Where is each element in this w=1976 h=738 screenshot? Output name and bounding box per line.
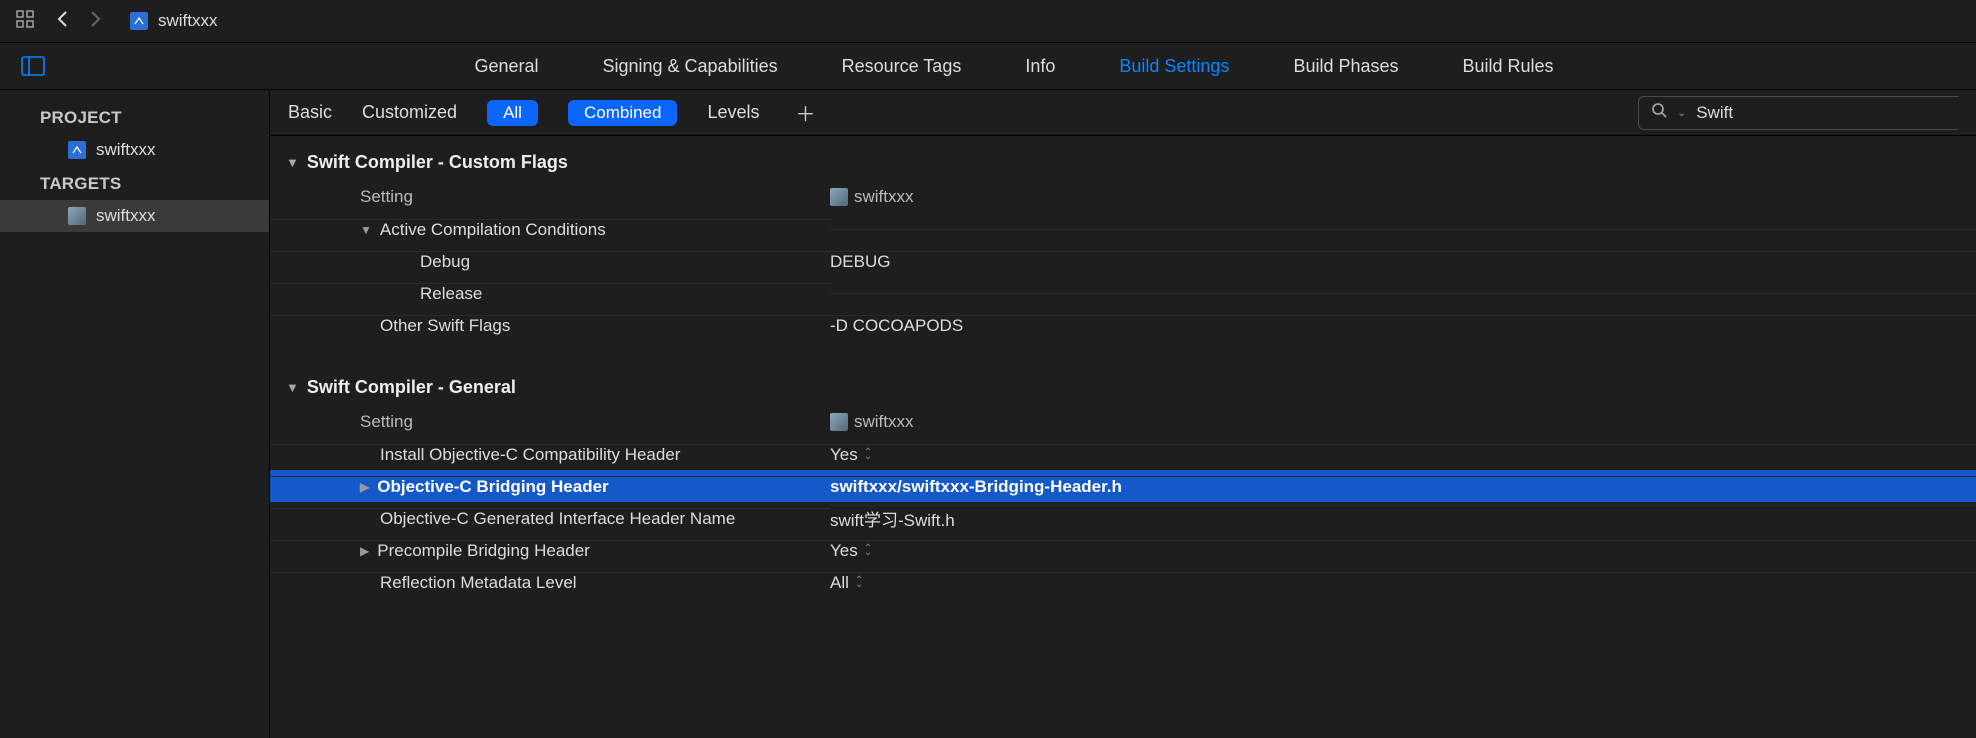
search-icon	[1651, 102, 1667, 123]
target-app-icon	[830, 413, 848, 431]
disclosure-triangle-icon[interactable]	[360, 544, 369, 558]
editor-tabbar: General Signing & Capabilities Resource …	[0, 42, 1976, 90]
breadcrumb-project: swiftxxx	[158, 11, 218, 31]
setting-row[interactable]: Active Compilation Conditions	[270, 213, 1976, 245]
tab-info[interactable]: Info	[1025, 56, 1055, 77]
setting-key: Debug	[420, 252, 470, 272]
disclosure-triangle-icon[interactable]	[360, 480, 369, 494]
sidebar-targets-header: TARGETS	[0, 166, 269, 200]
setting-key: Release	[420, 284, 482, 304]
setting-row[interactable]: Objective-C Generated Interface Header N…	[270, 502, 1976, 534]
grid-icon[interactable]	[16, 10, 34, 33]
setting-key: Reflection Metadata Level	[380, 573, 577, 593]
stepper-icon[interactable]	[864, 449, 872, 461]
sidebar-target-item[interactable]: swiftxxx	[0, 200, 269, 232]
project-file-icon	[130, 12, 148, 30]
setting-row[interactable]: Objective-C Bridging Header swiftxxx/swif…	[270, 470, 1976, 502]
filter-all[interactable]: All	[487, 100, 538, 126]
tab-general[interactable]: General	[474, 56, 538, 77]
setting-key: Objective-C Generated Interface Header N…	[380, 509, 735, 529]
tab-build-phases[interactable]: Build Phases	[1293, 56, 1398, 77]
settings-group-title[interactable]: ▼ Swift Compiler - Custom Flags	[270, 142, 1976, 181]
setting-row[interactable]: Debug DEBUG	[270, 245, 1976, 277]
setting-row[interactable]: Reflection Metadata Level All	[270, 566, 1976, 598]
sidebar-project-header: PROJECT	[0, 100, 269, 134]
project-file-icon	[68, 141, 86, 159]
setting-value[interactable]: swift学习-Swift.h	[830, 506, 955, 531]
editor-tabs: General Signing & Capabilities Resource …	[52, 56, 1976, 77]
main-area: Basic Customized All Combined Levels ＋ ⌄…	[270, 90, 1976, 738]
breadcrumb[interactable]: swiftxxx	[130, 11, 218, 31]
setting-value[interactable]: Yes	[830, 541, 858, 561]
disclosure-triangle-icon[interactable]	[360, 223, 372, 237]
setting-value[interactable]: All	[830, 573, 849, 593]
settings-group-title[interactable]: ▼ Swift Compiler - General	[270, 367, 1976, 406]
filter-customized[interactable]: Customized	[362, 102, 457, 123]
setting-key: Other Swift Flags	[380, 316, 510, 336]
setting-value[interactable]: -D COCOAPODS	[830, 316, 963, 336]
add-build-setting-button[interactable]: ＋	[796, 98, 816, 127]
search-field[interactable]: ⌄	[1638, 96, 1958, 130]
tab-build-settings[interactable]: Build Settings	[1119, 56, 1229, 77]
build-settings-table: ▼ Swift Compiler - Custom Flags Setting swi…	[270, 136, 1976, 738]
target-app-icon	[68, 207, 86, 225]
sidebar-target-label: swiftxxx	[96, 206, 156, 226]
setting-key: Install Objective-C Compatibility Header	[380, 445, 680, 465]
column-header-setting: Setting	[360, 412, 413, 432]
panel-toggle-icon[interactable]	[14, 52, 52, 80]
search-scope-chevron-icon[interactable]: ⌄	[1677, 106, 1686, 119]
filter-bar: Basic Customized All Combined Levels ＋ ⌄	[270, 90, 1976, 136]
column-header-setting: Setting	[360, 187, 413, 207]
setting-row[interactable]: Release	[270, 277, 1976, 309]
filter-basic[interactable]: Basic	[288, 102, 332, 123]
back-button[interactable]	[56, 10, 70, 33]
target-app-icon	[830, 188, 848, 206]
setting-value[interactable]: Yes	[830, 445, 858, 465]
forward-button[interactable]	[88, 10, 102, 33]
top-toolbar: swiftxxx	[0, 0, 1976, 42]
tab-resource-tags[interactable]: Resource Tags	[842, 56, 962, 77]
group-title-label: Swift Compiler - General	[307, 377, 516, 398]
setting-value[interactable]: swiftxxx/swiftxxx-Bridging-Header.h	[830, 477, 1122, 497]
column-header-target: swiftxxx	[854, 187, 914, 207]
settings-column-header: Setting swiftxxx	[270, 181, 1976, 213]
tab-signing[interactable]: Signing & Capabilities	[602, 56, 777, 77]
setting-row[interactable]: Install Objective-C Compatibility Header…	[270, 438, 1976, 470]
filter-combined[interactable]: Combined	[568, 100, 678, 126]
sidebar-project-item[interactable]: swiftxxx	[0, 134, 269, 166]
setting-value[interactable]: DEBUG	[830, 252, 890, 272]
nav-arrows	[56, 10, 102, 33]
setting-row[interactable]: Precompile Bridging Header Yes	[270, 534, 1976, 566]
search-input[interactable]	[1696, 103, 1946, 123]
settings-column-header: Setting swiftxxx	[270, 406, 1976, 438]
setting-row[interactable]: Other Swift Flags -D COCOAPODS	[270, 309, 1976, 341]
filter-levels[interactable]: Levels	[707, 102, 759, 123]
sidebar-project-label: swiftxxx	[96, 140, 156, 160]
setting-key: Objective-C Bridging Header	[377, 477, 608, 497]
disclosure-triangle-icon: ▼	[286, 155, 299, 170]
group-title-label: Swift Compiler - Custom Flags	[307, 152, 568, 173]
column-header-target: swiftxxx	[854, 412, 914, 432]
stepper-icon[interactable]	[864, 545, 872, 557]
project-sidebar: PROJECT swiftxxx TARGETS swiftxxx	[0, 90, 270, 738]
stepper-icon[interactable]	[855, 577, 863, 589]
setting-key: Precompile Bridging Header	[377, 541, 590, 561]
setting-key: Active Compilation Conditions	[380, 220, 606, 240]
disclosure-triangle-icon: ▼	[286, 380, 299, 395]
tab-build-rules[interactable]: Build Rules	[1463, 56, 1554, 77]
